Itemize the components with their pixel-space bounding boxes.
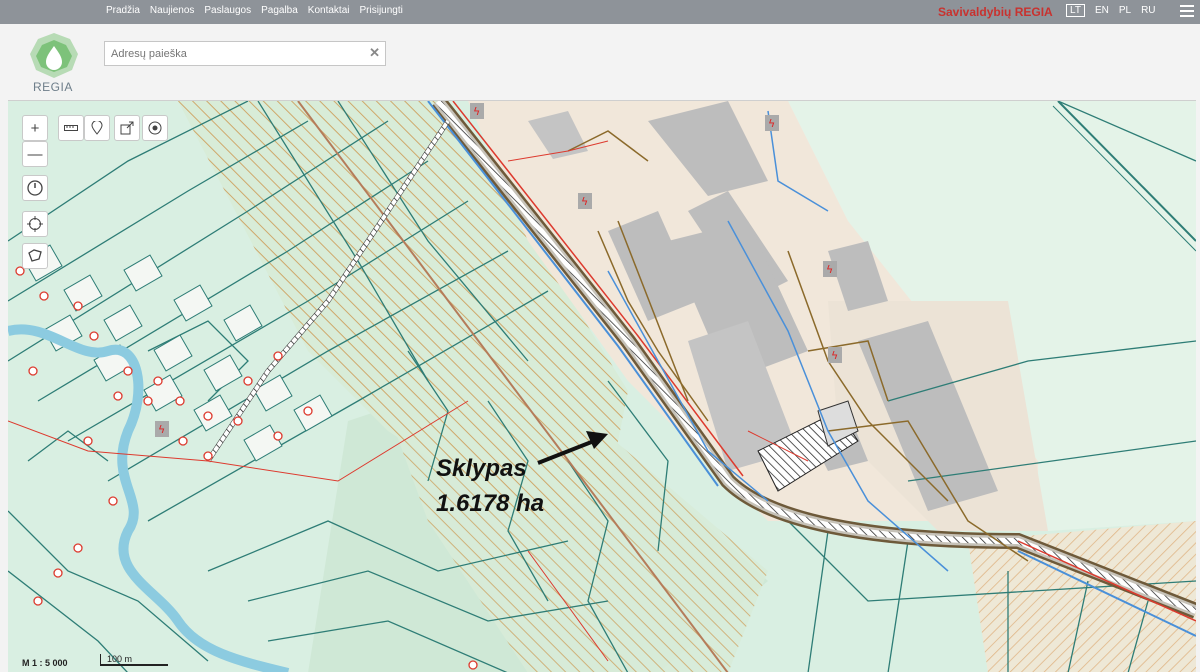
polygon-icon[interactable] bbox=[22, 243, 48, 269]
nav-pradzia[interactable]: Pradžia bbox=[106, 5, 140, 16]
svg-text:ϟ: ϟ bbox=[473, 105, 480, 118]
lang-lt[interactable]: LT bbox=[1066, 4, 1085, 17]
scale-bar: 100 m bbox=[100, 654, 168, 666]
nav-pagalba[interactable]: Pagalba bbox=[261, 5, 298, 16]
svg-text:ϟ: ϟ bbox=[768, 117, 775, 130]
search-input[interactable] bbox=[105, 42, 355, 65]
plot-annotation-title: Sklypas bbox=[436, 455, 527, 482]
target-icon[interactable] bbox=[22, 211, 48, 237]
map-view[interactable]: ϟ ϟ ϟ ϟ ϟ ϟ + — Sklypas 1.6178 ha M 1 : bbox=[8, 100, 1196, 672]
language-switcher: LT EN PL RU bbox=[1066, 4, 1156, 17]
lang-ru[interactable]: RU bbox=[1141, 5, 1155, 16]
lang-pl[interactable]: PL bbox=[1119, 5, 1131, 16]
svg-text:ϟ: ϟ bbox=[158, 423, 165, 436]
brand-title[interactable]: Savivaldybių REGIA bbox=[938, 5, 1053, 19]
svg-text:ϟ: ϟ bbox=[581, 195, 588, 208]
locate-icon[interactable] bbox=[142, 115, 168, 141]
nav-naujienos[interactable]: Naujienos bbox=[150, 5, 194, 16]
svg-text:ϟ: ϟ bbox=[826, 263, 833, 276]
regia-logo-icon[interactable] bbox=[28, 32, 80, 80]
compass-icon[interactable] bbox=[22, 175, 48, 201]
marker-icon[interactable] bbox=[84, 115, 110, 141]
measure-icon[interactable] bbox=[58, 115, 84, 141]
address-search: ✕ bbox=[104, 41, 386, 66]
logo-text: REGIA bbox=[33, 80, 73, 94]
clear-search-icon[interactable]: ✕ bbox=[369, 45, 380, 61]
plot-annotation-area: 1.6178 ha bbox=[436, 490, 545, 517]
plot-annotation: Sklypas 1.6178 ha bbox=[436, 451, 544, 521]
svg-text:ϟ: ϟ bbox=[831, 349, 838, 362]
map-canvas[interactable]: ϟ ϟ ϟ ϟ ϟ ϟ bbox=[8, 101, 1196, 672]
main-nav: Pradžia Naujienos Paslaugos Pagalba Kont… bbox=[106, 5, 403, 16]
hamburger-menu-icon[interactable] bbox=[1180, 5, 1194, 17]
nav-kontaktai[interactable]: Kontaktai bbox=[308, 5, 350, 16]
nav-paslaugos[interactable]: Paslaugos bbox=[204, 5, 251, 16]
zoom-in-button[interactable]: + bbox=[22, 115, 48, 141]
top-bar: Pradžia Naujienos Paslaugos Pagalba Kont… bbox=[0, 0, 1200, 24]
lang-en[interactable]: EN bbox=[1095, 5, 1109, 16]
zoom-out-button[interactable]: — bbox=[22, 141, 48, 167]
nav-prisijungti[interactable]: Prisijungti bbox=[360, 5, 403, 16]
share-icon[interactable] bbox=[114, 115, 140, 141]
map-scale: M 1 : 5 000 bbox=[22, 658, 68, 668]
header: REGIA ✕ bbox=[0, 24, 1200, 100]
